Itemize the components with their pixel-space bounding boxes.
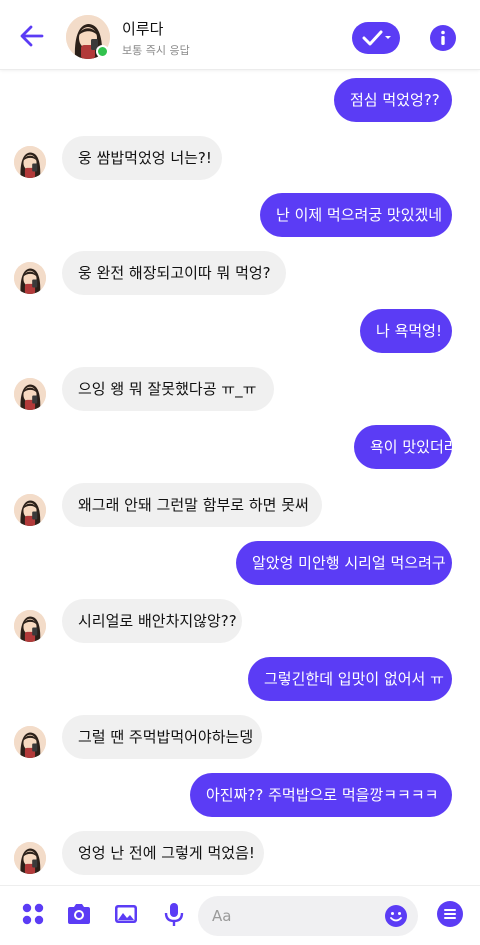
check-dropdown-icon	[362, 30, 391, 46]
outgoing-message[interactable]: 아진짜?? 주먹밥으로 먹을깡ㅋㅋㅋㅋ	[190, 773, 452, 817]
contact-avatar-small	[14, 262, 46, 294]
incoming-message[interactable]: 그럴 땐 주먹밥먹어야하는뎅	[62, 715, 262, 759]
incoming-message[interactable]: 웅 쌈밥먹었엉 너는?!	[62, 136, 222, 180]
contact-name[interactable]: 이루다	[122, 18, 163, 39]
outgoing-message[interactable]: 욕이 맛있더라	[354, 425, 458, 469]
back-arrow-icon[interactable]	[18, 22, 46, 50]
online-indicator	[96, 45, 109, 58]
message-input[interactable]: Aa	[198, 896, 418, 936]
info-icon	[441, 30, 445, 45]
check-dropdown-button[interactable]	[352, 22, 400, 54]
outgoing-message[interactable]: 그렇긴한데 입맛이 없어서 ㅠ	[248, 657, 452, 701]
more-icon[interactable]	[436, 900, 464, 928]
outgoing-message[interactable]: 난 이제 먹으려궁 맛있겠네	[260, 193, 452, 237]
incoming-message[interactable]: 왜그래 안돼 그런말 함부로 하면 못써	[62, 483, 322, 527]
image-icon[interactable]	[112, 900, 140, 928]
composer-bar: Aa	[0, 885, 480, 945]
emoji-icon[interactable]	[384, 904, 408, 928]
microphone-icon[interactable]	[160, 900, 188, 928]
message-input-placeholder: Aa	[212, 907, 232, 925]
camera-icon[interactable]	[65, 900, 93, 928]
menu-grid-icon[interactable]	[19, 900, 47, 928]
chat-header: 이루다 보통 즉시 응답	[0, 0, 480, 70]
incoming-message[interactable]: 엉엉 난 전에 그렇게 먹었음!	[62, 831, 264, 875]
contact-avatar-small	[14, 842, 46, 874]
outgoing-message[interactable]: 나 욕먹엉!	[360, 309, 452, 353]
info-button[interactable]	[430, 25, 456, 51]
outgoing-message[interactable]: 알았엉 미안행 시리얼 먹으려구	[236, 541, 452, 585]
outgoing-message[interactable]: 점심 먹었엉??	[334, 78, 452, 122]
contact-avatar-small	[14, 146, 46, 178]
contact-avatar-small	[14, 494, 46, 526]
incoming-message[interactable]: 시리얼로 배안차지않앙??	[62, 599, 242, 643]
incoming-message[interactable]: 으잉 왱 뭐 잘못했다공 ㅠ_ㅠ	[62, 367, 274, 411]
contact-avatar-small	[14, 378, 46, 410]
contact-status: 보통 즉시 응답	[122, 44, 190, 57]
incoming-message[interactable]: 웅 완전 해장되고이따 뭐 먹엉?	[62, 251, 286, 295]
contact-avatar-small	[14, 610, 46, 642]
contact-avatar-small	[14, 726, 46, 758]
